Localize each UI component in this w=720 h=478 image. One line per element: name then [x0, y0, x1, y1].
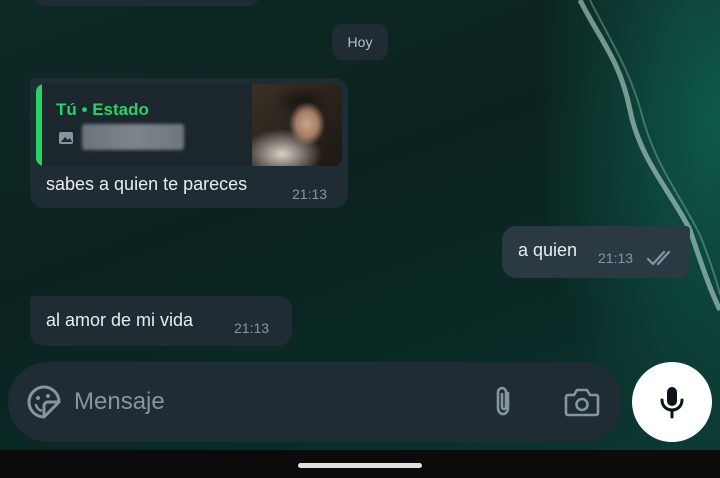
quote-separator: • — [81, 100, 88, 119]
quoted-status[interactable]: Tú • Estado — [36, 84, 342, 166]
paperclip-icon[interactable] — [486, 384, 522, 420]
microphone-icon — [660, 387, 684, 419]
message-input[interactable] — [74, 382, 474, 422]
message-text: a quien — [518, 240, 578, 260]
home-gesture-handle[interactable] — [298, 463, 422, 468]
blurred-caption — [82, 124, 184, 150]
previous-message-bubble — [34, 0, 260, 6]
quote-header: Tú • Estado — [56, 100, 149, 120]
message-text: sabes a quien te pareces — [46, 174, 248, 194]
message-text: al amor de mi vida — [46, 310, 194, 330]
sticker-icon[interactable] — [26, 384, 62, 420]
voice-record-button[interactable] — [632, 362, 712, 442]
date-divider-label: Hoy — [347, 34, 373, 50]
system-navigation-bar — [0, 450, 720, 478]
status-thumbnail — [252, 84, 342, 166]
image-icon — [59, 132, 73, 144]
incoming-message[interactable]: al amor de mi vida 21:13 — [30, 296, 292, 346]
message-composer — [8, 362, 622, 442]
outgoing-message[interactable]: a quien 21:13 — [502, 226, 690, 278]
quote-label: Estado — [92, 100, 149, 119]
incoming-message[interactable]: Tú • Estado sabes a quien te pareces 21:… — [30, 78, 348, 208]
message-time: 21:13 — [598, 250, 634, 266]
double-check-icon — [646, 250, 671, 266]
camera-icon[interactable] — [562, 384, 602, 420]
quote-author: Tú — [56, 100, 77, 119]
message-time: 21:13 — [234, 320, 270, 336]
quote-accent-bar — [36, 84, 42, 166]
date-divider: Hoy — [332, 24, 388, 60]
message-time: 21:13 — [292, 186, 328, 202]
wallpaper-wave — [577, 0, 720, 312]
